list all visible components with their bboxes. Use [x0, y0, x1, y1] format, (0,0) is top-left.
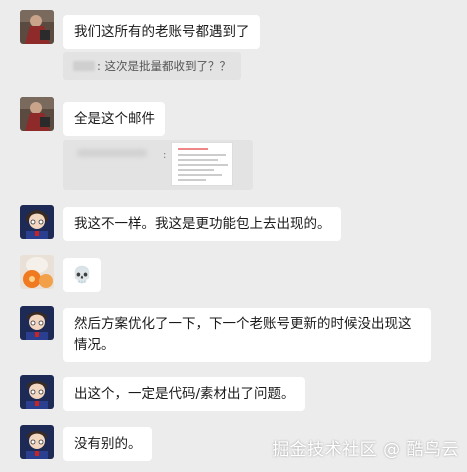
avatar[interactable]	[20, 97, 54, 131]
quoted-message[interactable]: : 这次是批量都收到了？？	[63, 52, 242, 80]
message-bubble: 全是这个邮件	[63, 102, 165, 136]
message-bubble: 💀	[63, 258, 101, 292]
blurred-username	[77, 149, 147, 157]
quoted-image-message[interactable]: :	[63, 140, 253, 190]
watermark: 掘金技术社区 @ 酷鸟云	[272, 440, 459, 460]
avatar[interactable]	[20, 375, 54, 409]
avatar[interactable]	[20, 255, 54, 289]
message-bubble: 我这不一样。我这是更功能包上去出现的。	[63, 207, 341, 241]
message-bubble: 我们这所有的老账号都遇到了	[63, 15, 260, 49]
message-bubble: 出这个，一定是代码/素材出了问题。	[63, 377, 305, 411]
quoted-text: : 这次是批量都收到了？？	[97, 59, 232, 73]
quote-separator: :	[163, 150, 167, 161]
avatar[interactable]	[20, 10, 54, 44]
message-bubble: 然后方案优化了一下，下一个老账号更新的时候没出现这情况。	[63, 308, 431, 362]
blurred-username	[73, 61, 95, 71]
avatar[interactable]	[20, 425, 54, 459]
avatar[interactable]	[20, 306, 54, 340]
message-bubble: 没有别的。	[63, 427, 152, 461]
email-screenshot-thumbnail[interactable]	[171, 142, 233, 186]
avatar[interactable]	[20, 205, 54, 239]
